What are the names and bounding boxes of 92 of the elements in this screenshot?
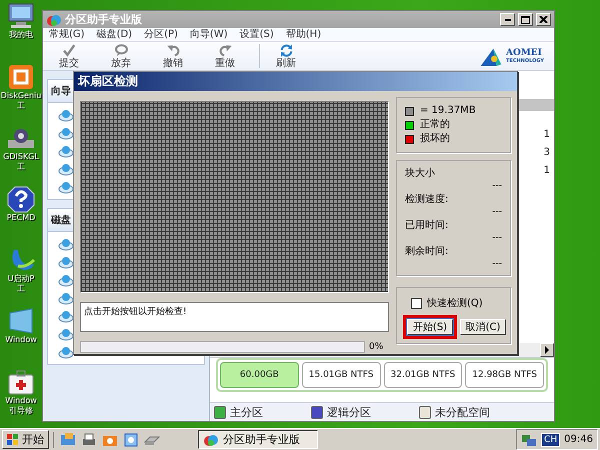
language-indicator[interactable]: CH [541, 432, 560, 446]
scroll-right-button[interactable] [540, 343, 554, 357]
disk-icon[interactable] [58, 179, 74, 195]
icon-label: 工 [16, 101, 25, 111]
ring-icon [114, 43, 128, 57]
menu-item[interactable]: 磁盘(D) [96, 28, 132, 40]
app-icon [203, 432, 219, 446]
stat-label: 检测速度: [405, 193, 450, 206]
icon-label: DiskGeniu [0, 91, 42, 101]
start-button[interactable]: 开始 [2, 430, 49, 449]
disk-icon[interactable] [58, 161, 74, 177]
computer-icon[interactable] [6, 2, 36, 30]
close-button[interactable] [536, 13, 551, 26]
checkbox[interactable] [411, 298, 422, 308]
dialog-title: 坏扇区检测 [74, 72, 517, 91]
taskbar-button[interactable]: 分区助手专业版 [198, 430, 318, 449]
disk-icon[interactable] [58, 236, 74, 252]
table-cell: 1 [544, 129, 550, 141]
toolbar-button[interactable]: 刷新 [268, 42, 304, 70]
legend-label: 未分配空间 [435, 404, 490, 420]
partition-block[interactable]: 12.98GB NTFS [465, 362, 544, 388]
stat-label: 剩余时间: [405, 245, 450, 258]
refresh-icon [278, 43, 294, 57]
icon-label: GDISKGL [3, 152, 39, 162]
octagon-icon[interactable] [6, 185, 36, 213]
progress-percent: 0% [369, 342, 384, 352]
icon-label: U启动P [8, 274, 34, 284]
minimize-button[interactable] [500, 13, 515, 26]
legend-label: 逻辑分区 [327, 404, 371, 420]
menu-item[interactable]: 设置(S) [240, 28, 274, 40]
disk-icon[interactable] [58, 344, 74, 360]
app-icon [46, 12, 62, 26]
icon-label: 工 [17, 284, 25, 294]
icon-label: Window [5, 396, 37, 406]
first-aid-icon[interactable] [6, 368, 36, 396]
logo-text: AOMEI [506, 48, 543, 58]
disk-icon[interactable] [58, 308, 74, 324]
legend-label: 正常的 [420, 118, 450, 132]
maximize-icon [521, 16, 530, 24]
toolbar-button[interactable]: 放弃 [103, 42, 139, 70]
disk-icon[interactable] [58, 107, 74, 123]
checkmark-icon [62, 43, 76, 57]
disk-icon[interactable] [58, 254, 74, 270]
icon-label: Window [5, 335, 37, 345]
network-icon[interactable] [521, 432, 538, 446]
logo-icon [479, 46, 503, 66]
printer-icon[interactable] [81, 432, 97, 448]
legend-label: 损坏的 [420, 132, 450, 146]
toolbar-button[interactable]: 提交 [51, 42, 87, 70]
menu-item[interactable]: 帮助(H) [286, 28, 322, 40]
stat-value: --- [492, 206, 502, 219]
toolbar-button[interactable]: 撤销 [155, 42, 191, 70]
maximize-button[interactable] [518, 13, 533, 26]
undo-icon [166, 43, 180, 57]
icon-label: 引导修 [8, 406, 33, 416]
toolbar-button[interactable]: 重做 [207, 42, 243, 70]
stat-label: 已用时间: [405, 219, 450, 232]
minimize-icon [504, 18, 510, 20]
cancel-button[interactable]: 取消(C) [460, 319, 506, 335]
checkbox-label: 快速检测(Q) [427, 296, 483, 310]
partition-block[interactable]: 15.01GB NTFS [302, 362, 380, 388]
stat-value: --- [492, 232, 502, 245]
window-title: 分区助手专业版 [65, 12, 143, 27]
disk-icon[interactable] [58, 125, 74, 141]
table-cell: 3 [544, 147, 550, 159]
partition-block[interactable]: 32.01GB NTFS [384, 362, 462, 388]
arrow-right-icon [544, 346, 550, 354]
stat-value: --- [492, 258, 502, 271]
disk-icon[interactable] [58, 143, 74, 159]
redo-icon [218, 43, 232, 57]
legend-label: = 19.37MB [420, 104, 476, 118]
menu-item[interactable]: 分区(P) [144, 28, 178, 40]
menu-item[interactable]: 向导(W) [190, 28, 228, 40]
frame-icon[interactable] [123, 432, 139, 448]
stat-value: --- [492, 180, 502, 193]
disk-icon[interactable] [58, 290, 74, 306]
stat-label: 块大小 [405, 167, 436, 180]
table-cell: 1 [544, 165, 550, 177]
icon-label: 工 [16, 162, 25, 172]
windows-logo-icon [7, 434, 19, 446]
partition-block[interactable]: 60.00GB [220, 362, 299, 388]
legend-label: 主分区 [230, 404, 263, 420]
disk-icon[interactable] [58, 326, 74, 342]
menu-item[interactable]: 常规(G) [49, 28, 85, 40]
icon-label: 我的电 [9, 30, 33, 40]
start-button[interactable]: 开始(S) [407, 319, 453, 335]
close-icon [539, 16, 548, 23]
icon-label: PECMD [6, 213, 36, 223]
desktop-icon[interactable] [60, 432, 76, 448]
log-text: 点击开始按钮以开始检查! [80, 302, 389, 332]
disk-icon[interactable] [58, 272, 74, 288]
clock: 09:46 [564, 434, 593, 445]
